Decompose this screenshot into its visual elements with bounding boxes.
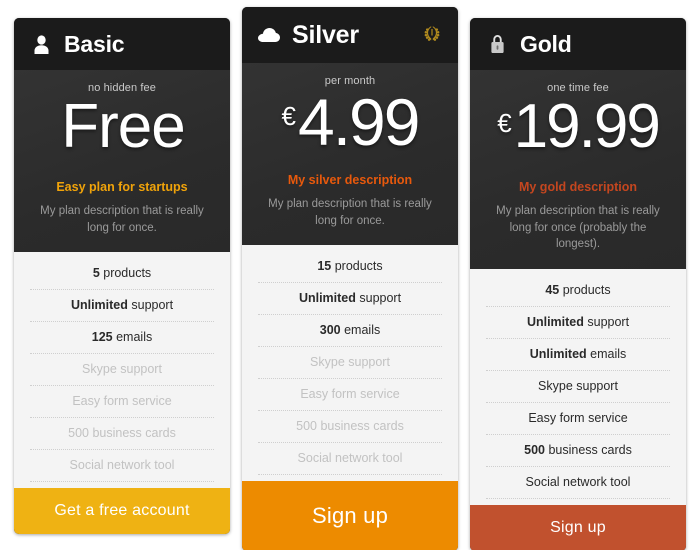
feature-item: 500 business cards <box>486 435 670 468</box>
pricing-card-basic: Basic no hidden fee Free Easy plan for s… <box>14 18 230 535</box>
feature-item: Unlimited support <box>258 283 442 316</box>
feature-label: support <box>355 291 402 306</box>
feature-label: Easy form service <box>528 411 628 426</box>
feature-label: emails <box>112 330 153 345</box>
cloud-icon <box>258 23 280 47</box>
laurel-wreath-icon <box>420 23 444 47</box>
feature-item: Easy form service <box>486 403 670 436</box>
feature-label: emails <box>340 323 381 338</box>
feature-item: Skype support <box>30 354 214 387</box>
feature-label: emails <box>586 347 627 362</box>
feature-item: 500 business cards <box>258 411 442 444</box>
cta-button-gold[interactable]: Sign up <box>470 505 686 550</box>
price-row-gold: € 19.99 <box>484 92 672 166</box>
plan-title-basic: Basic <box>64 30 125 57</box>
plan-title-silver: Silver <box>292 20 359 49</box>
plan-header-silver: Silver <box>242 7 458 63</box>
feature-value: 125 <box>91 330 113 345</box>
feature-label: products <box>331 259 383 274</box>
feature-value: 5 <box>92 266 100 281</box>
plan-price-block-basic: no hidden fee Free Easy plan for startup… <box>14 70 230 253</box>
plan-header-basic: Basic <box>14 18 230 70</box>
pricing-table: Basic no hidden fee Free Easy plan for s… <box>0 0 700 550</box>
currency-symbol-silver: € <box>281 101 296 131</box>
feature-list-gold: 45 products Unlimited support Unlimited em… <box>470 269 686 506</box>
feature-label: support <box>583 315 630 330</box>
plan-description-silver: My plan description that is really long … <box>268 198 432 227</box>
plan-header-gold: Gold <box>470 18 686 70</box>
price-row-basic: Free <box>28 92 216 166</box>
price-amount-silver: 4.99 <box>298 85 420 159</box>
feature-item: Easy form service <box>258 379 442 412</box>
feature-label: 500 business cards <box>68 426 176 441</box>
feature-item: Skype support <box>258 347 442 380</box>
plan-tagline-gold: My gold description <box>518 180 638 194</box>
feature-label: Skype support <box>82 362 162 377</box>
feature-label: Easy form service <box>300 387 400 402</box>
feature-value: Unlimited <box>529 347 587 362</box>
feature-item: 15 products <box>258 251 442 284</box>
feature-item: 45 products <box>486 275 670 308</box>
feature-value: 45 <box>545 283 560 298</box>
plan-description-gold: My plan description that is really long … <box>496 205 660 251</box>
feature-value: 500 <box>524 443 545 458</box>
lock-icon <box>486 32 508 56</box>
feature-label: products <box>99 266 152 281</box>
feature-value: 300 <box>319 323 341 338</box>
plan-tagline-silver: My silver description <box>287 173 413 187</box>
feature-label: Social network tool <box>69 458 175 473</box>
feature-label: support <box>127 298 174 313</box>
feature-item: 300 emails <box>258 315 442 348</box>
feature-list-basic: 5 products Unlimited support 125 emails Sky… <box>14 252 230 489</box>
feature-item: Unlimited support <box>30 290 214 323</box>
price-amount-gold: 19.99 <box>513 92 661 161</box>
feature-value: Unlimited <box>70 298 128 313</box>
pricing-card-silver: Silver per month € 4.99 My silver descri… <box>242 7 458 550</box>
plan-tagline-basic: Easy plan for startups <box>56 180 188 194</box>
cta-button-basic[interactable]: Get a free account <box>14 488 230 535</box>
feature-item: Social network tool <box>30 450 214 483</box>
feature-item: Social network tool <box>486 467 670 500</box>
feature-label: business cards <box>545 443 632 458</box>
feature-item: 5 products <box>30 258 214 291</box>
feature-item: Unlimited emails <box>486 339 670 372</box>
feature-label: Easy form service <box>72 394 172 409</box>
feature-value: Unlimited <box>298 291 356 306</box>
price-amount-basic: Free <box>61 92 185 161</box>
feature-label: 500 business cards <box>296 419 404 434</box>
feature-item: 125 emails <box>30 322 214 355</box>
feature-item: Unlimited support <box>486 307 670 340</box>
feature-label: Skype support <box>310 355 390 370</box>
feature-item: Easy form service <box>30 386 214 419</box>
currency-symbol-gold: € <box>497 108 512 138</box>
feature-label: Social network tool <box>525 475 631 490</box>
feature-label: products <box>559 283 611 298</box>
plan-price-block-silver: per month € 4.99 My silver description M… <box>242 63 458 246</box>
feature-list-silver: 15 products Unlimited support 300 emails Sk… <box>242 245 458 482</box>
user-icon <box>30 32 52 56</box>
price-row-silver: € 4.99 <box>256 85 444 159</box>
plan-description-basic: My plan description that is really long … <box>40 205 204 234</box>
plan-title-gold: Gold <box>520 30 572 57</box>
feature-item: 500 business cards <box>30 418 214 451</box>
feature-item: Social network tool <box>258 443 442 476</box>
feature-value: 15 <box>317 259 332 274</box>
pricing-card-gold: Gold one time fee € 19.99 My gold descri… <box>470 18 686 550</box>
feature-item: Skype support <box>486 371 670 404</box>
plan-price-block-gold: one time fee € 19.99 My gold description… <box>470 70 686 270</box>
feature-label: Skype support <box>538 379 618 394</box>
feature-value: Unlimited <box>526 315 584 330</box>
feature-label: Social network tool <box>297 451 403 466</box>
cta-button-silver[interactable]: Sign up <box>242 481 458 550</box>
